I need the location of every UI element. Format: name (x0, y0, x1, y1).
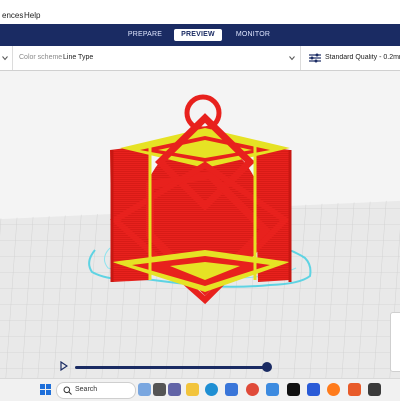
play-icon[interactable] (60, 361, 68, 371)
menu-preferences[interactable]: ences (2, 11, 23, 20)
app-icon[interactable] (368, 383, 381, 396)
layer-slider-track[interactable] (75, 366, 267, 369)
preview-viewport[interactable] (0, 71, 400, 378)
widgets-icon[interactable] (138, 383, 151, 396)
print-settings-button[interactable]: Standard Quality - 0.2mm (325, 54, 400, 61)
teams-icon[interactable] (168, 383, 181, 396)
taskbar-search[interactable]: Search (56, 382, 136, 399)
search-placeholder: Search (75, 386, 98, 393)
preview-toolbar: Color scheme Line Type Standard Quality … (0, 46, 400, 71)
stage-header: PREPARE PREVIEW MONITOR (0, 24, 400, 46)
photos-icon[interactable] (266, 383, 279, 396)
firefox-icon[interactable] (327, 383, 340, 396)
layer-slider-handle[interactable] (262, 362, 272, 372)
color-scheme-label: Color scheme (19, 54, 63, 61)
chevron-down-icon[interactable] (289, 55, 295, 61)
store-icon[interactable] (225, 383, 238, 396)
build-plate-scene[interactable] (0, 71, 400, 378)
menu-bar: ences Help (0, 0, 400, 25)
toolbar-divider (12, 46, 13, 70)
settings-sliders-icon[interactable] (309, 53, 321, 63)
tab-prepare[interactable]: PREPARE (124, 29, 166, 41)
color-scheme-select[interactable]: Line Type (63, 54, 93, 61)
netflix-icon[interactable] (287, 383, 300, 396)
search-icon (63, 386, 72, 395)
chrome-icon[interactable] (246, 383, 259, 396)
edge-icon[interactable] (205, 383, 218, 396)
collapsed-side-panel[interactable] (390, 312, 400, 372)
tab-monitor[interactable]: MONITOR (232, 29, 274, 41)
menu-help[interactable]: Help (24, 11, 40, 20)
tab-preview[interactable]: PREVIEW (174, 29, 222, 41)
windows-icon[interactable] (40, 384, 51, 395)
toolbar-divider (300, 46, 301, 70)
task-view-icon[interactable] (153, 383, 166, 396)
app-icon[interactable] (348, 383, 361, 396)
file-explorer-icon[interactable] (186, 383, 199, 396)
windows-taskbar: Search (0, 378, 400, 401)
cura-icon[interactable] (307, 383, 320, 396)
chevron-down-icon[interactable] (2, 55, 8, 61)
